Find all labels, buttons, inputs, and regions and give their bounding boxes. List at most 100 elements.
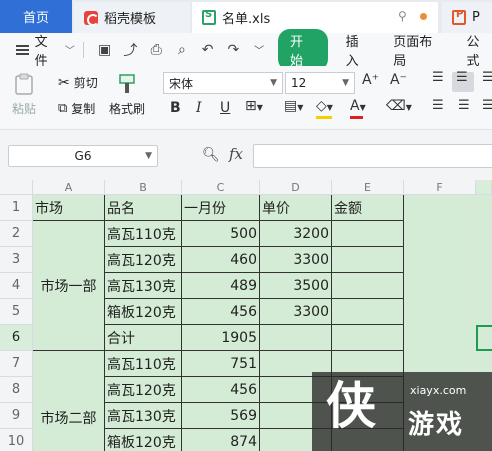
fill-color-icon[interactable]: ◇▼: [316, 98, 333, 114]
table-cell[interactable]: 489: [182, 273, 260, 299]
align-center-icon[interactable]: ☰: [458, 98, 470, 113]
unsaved-dot-icon: [420, 13, 427, 20]
align-left-icon[interactable]: ☰: [432, 98, 444, 113]
fx-icon[interactable]: fx: [229, 145, 243, 163]
underline-button[interactable]: U: [220, 100, 230, 116]
shrink-font-button[interactable]: A⁻: [390, 72, 407, 88]
row-header-10[interactable]: 10: [0, 429, 33, 451]
column-header-f[interactable]: F: [404, 180, 476, 195]
header-cell[interactable]: 一月份: [182, 195, 260, 221]
bold-button[interactable]: B: [170, 100, 181, 116]
formula-input[interactable]: [253, 144, 492, 168]
column-header-c[interactable]: C: [182, 180, 260, 195]
tab-home[interactable]: 首页: [0, 0, 72, 33]
table-cell[interactable]: 3300: [260, 247, 332, 273]
column-header-g[interactable]: [476, 180, 492, 195]
zoom-icon[interactable]: 🔍︎: [202, 147, 220, 163]
merged-market-cell[interactable]: 市场二部: [33, 351, 105, 451]
header-cell[interactable]: 单价: [260, 195, 332, 221]
table-cell[interactable]: 高瓦110克: [105, 221, 182, 247]
table-cell[interactable]: [332, 247, 404, 273]
column-header-d[interactable]: D: [260, 180, 332, 195]
table-cell[interactable]: 高瓦130克: [105, 403, 182, 429]
table-cell[interactable]: 751: [182, 351, 260, 377]
paste-button[interactable]: 粘贴: [12, 72, 36, 117]
table-cell[interactable]: 高瓦120克: [105, 247, 182, 273]
row-header-7[interactable]: 7: [0, 351, 33, 377]
active-cell-cursor[interactable]: [476, 325, 492, 351]
italic-button[interactable]: I: [196, 100, 202, 116]
tab-pdf[interactable]: P: [442, 2, 492, 33]
export-icon[interactable]: ⤴: [123, 42, 139, 59]
align-bottom-icon[interactable]: ☰: [482, 70, 492, 85]
table-cell[interactable]: 箱板120克: [105, 299, 182, 325]
row-header-6[interactable]: 6: [0, 325, 33, 351]
align-right-icon[interactable]: ☰: [482, 98, 492, 113]
row-header-5[interactable]: 5: [0, 299, 33, 325]
print-preview-icon[interactable]: ⌕: [174, 42, 190, 58]
table-cell[interactable]: 500: [182, 221, 260, 247]
format-painter-button[interactable]: 格式刷: [109, 72, 145, 117]
redo-icon[interactable]: ↷: [226, 42, 242, 58]
table-cell[interactable]: 569: [182, 403, 260, 429]
tab-page-layout[interactable]: 页面布局: [393, 31, 444, 69]
table-cell[interactable]: 3200: [260, 221, 332, 247]
row-header-1[interactable]: 1: [0, 195, 33, 221]
header-cell[interactable]: 市场: [33, 195, 105, 221]
header-cell[interactable]: 品名: [105, 195, 182, 221]
borders-icon[interactable]: ⊞▼: [245, 98, 263, 114]
column-header-b[interactable]: B: [105, 180, 182, 195]
table-cell[interactable]: 460: [182, 247, 260, 273]
column-header-e[interactable]: E: [332, 180, 404, 195]
copy-button[interactable]: ⧉ 复制: [58, 100, 95, 117]
table-cell[interactable]: [260, 325, 332, 351]
table-cell[interactable]: [332, 221, 404, 247]
divider: [82, 41, 84, 58]
column-header-a[interactable]: A: [33, 180, 105, 195]
font-color-letter: A: [350, 98, 360, 114]
table-cell[interactable]: 456: [182, 377, 260, 403]
table-cell[interactable]: 456: [182, 299, 260, 325]
tab-insert[interactable]: 插入: [346, 31, 372, 69]
merge-cells-icon[interactable]: ▤▼: [284, 98, 303, 114]
align-top-icon[interactable]: ☰: [432, 70, 444, 85]
merged-market-cell[interactable]: 市场一部: [33, 221, 105, 351]
row-header-3[interactable]: 3: [0, 247, 33, 273]
table-cell[interactable]: 874: [182, 429, 260, 451]
table-cell[interactable]: [332, 299, 404, 325]
font-color-button[interactable]: A▼: [350, 98, 366, 114]
table-cell[interactable]: 高瓦130克: [105, 273, 182, 299]
name-box[interactable]: G6 ▼: [8, 145, 158, 167]
more-chevron-icon[interactable]: ﹀: [251, 42, 267, 58]
table-cell[interactable]: 箱板120克: [105, 429, 182, 451]
table-cell[interactable]: 1905: [182, 325, 260, 351]
font-name-select[interactable]: 宋体 ▼: [163, 72, 283, 94]
grow-font-button[interactable]: A⁺: [362, 72, 379, 88]
table-cell[interactable]: 3300: [260, 299, 332, 325]
table-cell[interactable]: [332, 273, 404, 299]
clear-format-icon[interactable]: ⌫▼: [386, 98, 412, 114]
undo-icon[interactable]: ↶: [200, 42, 216, 58]
table-cell[interactable]: 合计: [105, 325, 182, 351]
row-header-2[interactable]: 2: [0, 221, 33, 247]
tab-start[interactable]: 开始: [278, 28, 328, 71]
select-all-corner[interactable]: [0, 180, 33, 195]
file-menu-button[interactable]: 文件 ﹀: [0, 31, 75, 69]
table-cell[interactable]: 高瓦120克: [105, 377, 182, 403]
print-icon[interactable]: ⎙: [148, 42, 164, 58]
row-header-4[interactable]: 4: [0, 273, 33, 299]
tab-formula[interactable]: 公式: [466, 31, 492, 69]
header-cell[interactable]: 金额: [332, 195, 404, 221]
row-header-9[interactable]: 9: [0, 403, 33, 429]
table-cell[interactable]: [332, 325, 404, 351]
tab-template[interactable]: 稻壳模板: [74, 2, 190, 33]
table-cell[interactable]: 3500: [260, 273, 332, 299]
table-cell[interactable]: 高瓦110克: [105, 351, 182, 377]
pin-icon[interactable]: ⚲: [398, 9, 410, 23]
watermark-logo: 侠: [326, 377, 376, 435]
font-size-select[interactable]: 12 ▼: [285, 72, 355, 94]
save-icon[interactable]: ▣: [97, 42, 113, 58]
row-header-8[interactable]: 8: [0, 377, 33, 403]
copy-icon: ⧉: [58, 101, 68, 116]
cut-button[interactable]: ✂ 剪切: [58, 74, 98, 91]
